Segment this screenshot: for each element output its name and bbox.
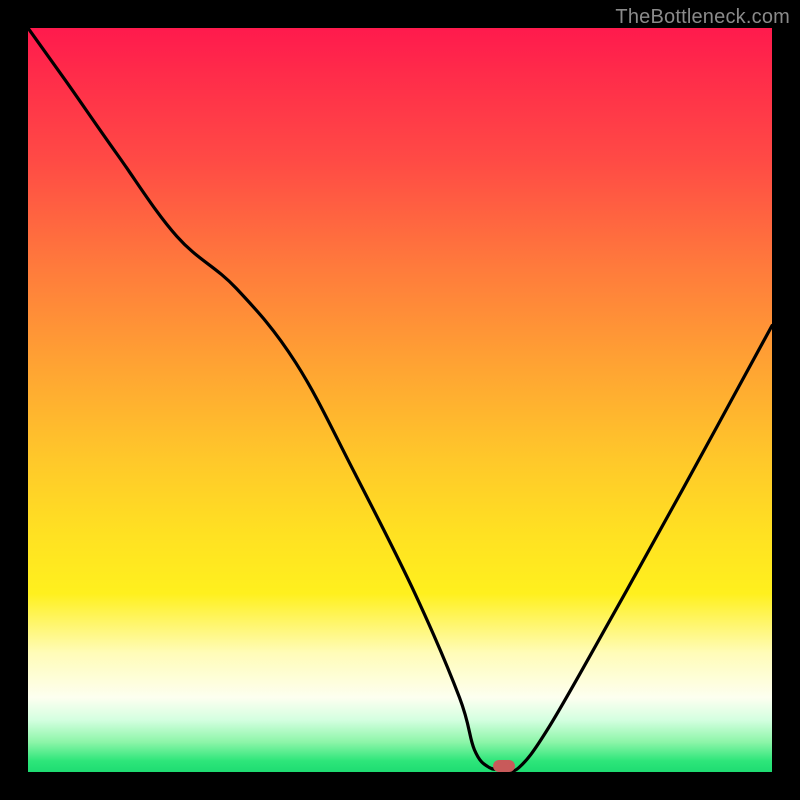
plot-area [28, 28, 772, 772]
chart-frame: TheBottleneck.com [0, 0, 800, 800]
watermark-text: TheBottleneck.com [615, 6, 790, 29]
minimum-marker [493, 760, 515, 772]
bottleneck-curve [28, 28, 772, 772]
